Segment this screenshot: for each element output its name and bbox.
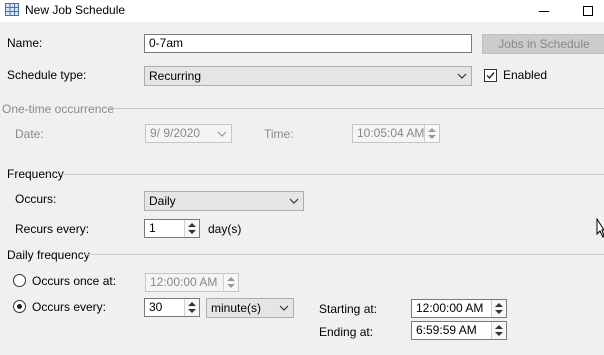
schedule-type-dropdown[interactable]: Recurring: [144, 66, 472, 86]
chevron-down-icon: [217, 131, 227, 137]
ending-at-input[interactable]: 6:59:59 AM: [411, 321, 507, 340]
enabled-label: Enabled: [503, 68, 548, 82]
daily-frequency-section-header: Daily frequency: [7, 248, 90, 262]
spin-down-icon: [227, 284, 235, 288]
occurs-every-label: Occurs every:: [32, 300, 107, 314]
jobs-in-schedule-button[interactable]: Jobs in Schedule: [482, 34, 604, 54]
spin-up-icon: [495, 325, 503, 329]
spin-up-icon: [188, 223, 196, 227]
spin-down-icon: [495, 332, 503, 336]
starting-at-input[interactable]: 12:00:00 AM: [411, 299, 507, 318]
ending-at-label: Ending at:: [319, 325, 374, 339]
time-spinner[interactable]: [424, 125, 439, 142]
enabled-checkbox[interactable]: [484, 69, 497, 82]
spin-up-icon: [495, 303, 503, 307]
minimize-icon: [539, 11, 549, 12]
date-value: 9/ 9/2020: [150, 126, 201, 140]
frequency-section-header: Frequency: [7, 167, 64, 181]
occurs-value: Daily: [149, 194, 176, 208]
occurs-once-time-value: 12:00:00 AM: [150, 275, 218, 289]
recurs-unit-label: day(s): [208, 222, 242, 236]
occurs-every-radio[interactable]: [13, 300, 26, 313]
occurs-dropdown[interactable]: Daily: [144, 191, 304, 211]
one-time-section-header: One-time occurrence: [2, 102, 115, 116]
spin-up-icon: [227, 277, 235, 281]
chevron-down-icon: [289, 198, 299, 204]
occurs-every-value: 30: [149, 300, 163, 314]
spin-down-icon: [188, 230, 196, 234]
schedule-type-value: Recurring: [149, 69, 202, 83]
recurs-every-label: Recurs every:: [15, 222, 90, 236]
ending-at-spinner[interactable]: [491, 322, 506, 339]
spin-up-icon: [188, 302, 196, 306]
occurs-once-spinner[interactable]: [223, 274, 238, 291]
recurs-every-value: 1: [149, 221, 156, 235]
time-value: 10:05:04 AM: [357, 126, 425, 140]
occurs-once-label: Occurs once at:: [32, 274, 117, 288]
one-time-divider: [104, 108, 604, 109]
window-title: New Job Schedule: [25, 3, 126, 17]
daily-frequency-divider: [84, 254, 604, 255]
spin-up-icon: [428, 128, 436, 132]
spin-down-icon: [495, 310, 503, 314]
frequency-divider: [62, 174, 604, 175]
recurs-every-input[interactable]: 1: [144, 219, 200, 238]
occurs-once-time-input[interactable]: 12:00:00 AM: [145, 273, 239, 292]
time-input[interactable]: 10:05:04 AM: [352, 124, 440, 143]
maximize-button[interactable]: [572, 0, 604, 22]
occurs-every-spinner[interactable]: [184, 299, 199, 316]
occurs-every-input[interactable]: 30: [144, 298, 200, 317]
name-input[interactable]: 0-7am: [144, 34, 472, 53]
occurs-every-unit-value: minute(s): [211, 301, 262, 315]
starting-at-label: Starting at:: [319, 302, 378, 316]
occurs-once-radio[interactable]: [13, 274, 26, 287]
minimize-button[interactable]: [528, 0, 560, 22]
time-label: Time:: [264, 127, 294, 141]
date-picker[interactable]: 9/ 9/2020: [145, 124, 232, 143]
date-label: Date:: [15, 127, 44, 141]
chevron-down-icon: [279, 305, 289, 311]
grid-app-icon: [5, 3, 19, 16]
starting-at-value: 12:00:00 AM: [416, 301, 484, 315]
occurs-label: Occurs:: [15, 192, 57, 206]
name-label: Name:: [7, 36, 43, 50]
maximize-icon: [583, 6, 593, 16]
starting-at-spinner[interactable]: [491, 300, 506, 317]
checkmark-icon: [486, 72, 495, 80]
schedule-type-label: Schedule type:: [7, 68, 87, 82]
spin-down-icon: [428, 135, 436, 139]
recurs-every-spinner[interactable]: [184, 220, 199, 237]
spin-down-icon: [188, 309, 196, 313]
occurs-every-unit-dropdown[interactable]: minute(s): [206, 298, 294, 318]
chevron-down-icon: [457, 73, 467, 79]
ending-at-value: 6:59:59 AM: [416, 323, 477, 337]
mouse-cursor-icon: [596, 218, 604, 238]
